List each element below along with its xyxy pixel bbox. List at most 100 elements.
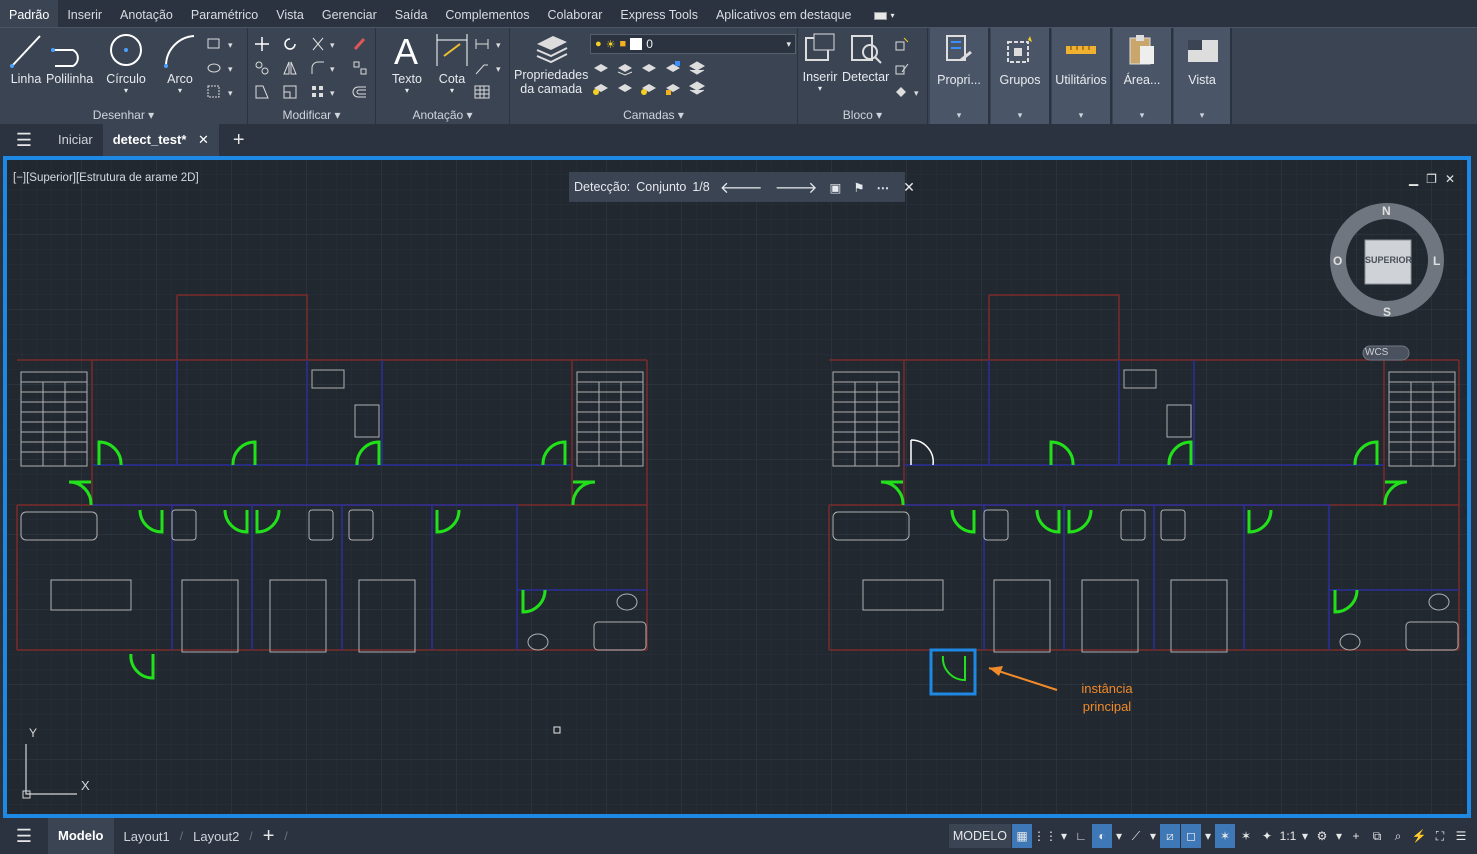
erase-icon[interactable] [352, 36, 368, 52]
viewport-controls-label[interactable]: [−][Superior][Estrutura de arame 2D] [13, 172, 199, 184]
array-rect-icon[interactable]: ▾ [310, 84, 340, 100]
leader-icon[interactable]: ▾ [474, 60, 506, 76]
layer-tool-icon[interactable] [664, 60, 682, 76]
close-icon[interactable]: ✕ [903, 179, 915, 196]
menu-icon[interactable]: ☰ [0, 124, 48, 156]
polyline-button[interactable]: Polilinha [46, 30, 93, 86]
layer-tool-icon[interactable] [688, 80, 706, 96]
gear-icon[interactable]: ⚙ [1312, 824, 1332, 848]
layer-tool-icon[interactable] [616, 80, 634, 96]
more-options-icon[interactable]: ⋯ [877, 180, 890, 195]
line-button[interactable]: Linha [8, 30, 44, 86]
layer-tool-icon[interactable] [640, 60, 658, 76]
isolate-icon[interactable]: ⧉ [1367, 824, 1387, 848]
detect-button[interactable]: Detectar [842, 30, 889, 84]
snap-icon[interactable]: ⋮⋮ [1033, 824, 1057, 848]
chevron-down-icon[interactable]: ▾ [1202, 824, 1214, 848]
tab-model[interactable]: Modelo [48, 818, 114, 854]
layer-tool-icon[interactable] [616, 60, 634, 76]
chevron-down-icon[interactable]: ▾ [1147, 824, 1159, 848]
object-snap-icon[interactable]: ◻ [1181, 824, 1201, 848]
drawing-viewport[interactable]: [−][Superior][Estrutura de arame 2D] Det… [3, 156, 1471, 818]
text-button[interactable]: A Texto ▾ [392, 30, 422, 95]
previous-arrow-icon[interactable]: 🡐 [720, 177, 763, 198]
compass-east[interactable]: L [1433, 254, 1440, 268]
menu-icon[interactable]: ☰ [0, 826, 48, 847]
array-icon[interactable] [352, 60, 368, 76]
tab-saida[interactable]: Saída [386, 0, 437, 27]
tab-document[interactable]: detect_test* ✕ [102, 124, 219, 156]
stretch-icon[interactable] [254, 84, 270, 100]
attribute-icon[interactable]: ▾ [894, 84, 924, 100]
performance-icon[interactable]: ⚡ [1409, 824, 1429, 848]
table-icon[interactable] [474, 84, 490, 100]
tab-express-tools[interactable]: Express Tools [611, 0, 707, 27]
flag-icon[interactable]: ⚑ [853, 180, 864, 195]
circle-button[interactable]: Círculo ▾ [106, 30, 146, 95]
zoom-selection-icon[interactable]: ▣ [830, 180, 842, 195]
next-arrow-icon[interactable]: 🡒 [775, 177, 818, 198]
tab-vista[interactable]: Vista [267, 0, 313, 27]
close-icon[interactable]: ✕ [1445, 172, 1455, 186]
rotate-icon[interactable] [282, 36, 298, 52]
viewcube-face-top[interactable]: SUPERIOR [1365, 255, 1412, 265]
copy-icon[interactable] [254, 60, 270, 76]
auto-scale-icon[interactable]: ✶ [1236, 824, 1256, 848]
tab-anotacao[interactable]: Anotação [111, 0, 182, 27]
tab-complementos[interactable]: Complementos [436, 0, 538, 27]
layer-tool-icon[interactable] [664, 80, 682, 96]
properties-panel-button[interactable]: Propri... ▾ [930, 28, 990, 125]
plus-icon[interactable]: + [1346, 824, 1366, 848]
ortho-icon[interactable]: ∟ [1071, 824, 1091, 848]
fillet-icon[interactable]: ▾ [310, 60, 340, 76]
trim-icon[interactable]: ▾ [310, 36, 340, 52]
fullscreen-icon[interactable]: ⛶ [1430, 824, 1450, 848]
panel-layers-title[interactable]: Camadas ▾ [510, 108, 797, 122]
mirror-icon[interactable] [282, 60, 298, 76]
insert-block-button[interactable]: Inserir ▾ [802, 30, 838, 93]
tab-start[interactable]: Iniciar [48, 124, 103, 156]
chevron-down-icon[interactable]: ▾ [1299, 824, 1311, 848]
groups-panel-button[interactable]: Grupos ▾ [991, 28, 1051, 125]
tab-padrao[interactable]: Padrão [0, 0, 59, 27]
close-icon[interactable]: ✕ [198, 132, 209, 147]
panel-annotation-title[interactable]: Anotação ▾ [376, 108, 509, 122]
layer-tool-icon[interactable] [688, 60, 706, 76]
compass-north[interactable]: N [1382, 204, 1391, 218]
tab-layout2[interactable]: Layout2 [183, 829, 249, 844]
view-panel-button[interactable]: Vista ▾ [1174, 28, 1232, 125]
gradient-icon[interactable]: ▾ [206, 84, 238, 100]
isodraft-icon[interactable]: ⟋ [1126, 824, 1146, 848]
scale-icon[interactable] [282, 84, 298, 100]
chevron-down-icon[interactable]: ▾ [1058, 824, 1070, 848]
panel-modify-title[interactable]: Modificar ▾ [248, 108, 375, 122]
offset-icon[interactable] [352, 84, 368, 100]
model-space-button[interactable]: MODELO [948, 824, 1011, 848]
restore-icon[interactable]: ❐ [1426, 172, 1437, 186]
tab-parametrico[interactable]: Paramétrico [182, 0, 267, 27]
compass-south[interactable]: S [1383, 305, 1391, 319]
ribbon-options-dropdown[interactable]: ▾ [874, 10, 896, 22]
utilities-panel-button[interactable]: Utilitários ▾ [1052, 28, 1112, 125]
new-tab-icon[interactable]: + [219, 129, 259, 152]
annotation-scale-icon[interactable]: ✦ [1257, 824, 1277, 848]
create-block-icon[interactable] [894, 36, 910, 52]
drawing-canvas[interactable] [7, 160, 1467, 814]
compass-west[interactable]: O [1333, 254, 1342, 268]
move-icon[interactable] [254, 36, 270, 52]
add-layout-icon[interactable]: + [253, 825, 285, 848]
chevron-down-icon[interactable]: ▾ [1113, 824, 1125, 848]
dimension-button[interactable]: Cota ▾ [434, 30, 470, 95]
tab-colaborar[interactable]: Colaborar [538, 0, 611, 27]
panel-block-title[interactable]: Bloco ▾ [798, 108, 927, 122]
layer-tool-icon[interactable] [640, 80, 658, 96]
rectangle-icon[interactable]: ▾ [206, 36, 238, 52]
chevron-down-icon[interactable]: ▾ [1333, 824, 1345, 848]
layer-properties-button[interactable]: Propriedades da camada [514, 30, 588, 96]
search-icon[interactable]: ⌕ [1388, 824, 1408, 848]
grid-icon[interactable]: ▦ [1012, 824, 1032, 848]
linear-dim-icon[interactable]: ▾ [474, 36, 506, 52]
tab-inserir[interactable]: Inserir [58, 0, 111, 27]
tab-aplicativos[interactable]: Aplicativos em destaque [707, 0, 861, 27]
layer-tool-icon[interactable] [592, 60, 610, 76]
